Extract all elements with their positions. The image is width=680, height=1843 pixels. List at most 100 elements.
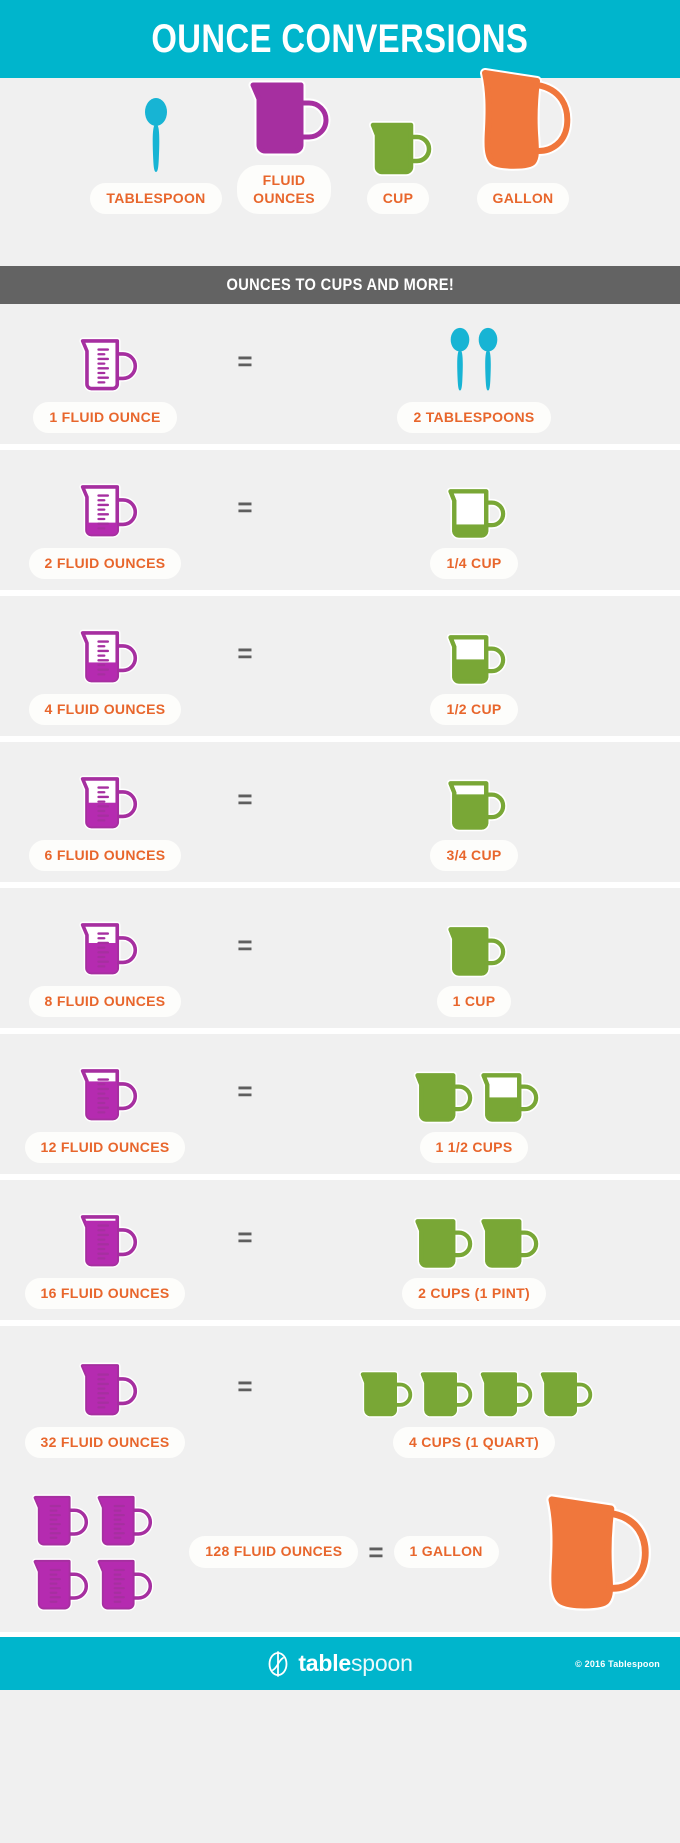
legend-items: TABLESPOON FLUID OUNCES CUP GALLON (0, 67, 680, 214)
tablespoon-logo-icon (267, 1650, 289, 1677)
legend-item-gallon: GALLON (453, 63, 593, 214)
measuring-cup-icon (74, 1191, 139, 1269)
conversion-right-label: 4 CUPS (1 QUART) (392, 1426, 556, 1459)
legend-section: TABLESPOON FLUID OUNCES CUP GALLON (0, 67, 680, 258)
gallon-left-label: 128 FLUID OUNCES (189, 1536, 359, 1568)
section-header-title: OUNCES TO CUPS AND MORE! (226, 275, 454, 294)
conversion-left-label: 16 FLUID OUNCES (24, 1277, 186, 1310)
cup-icon (443, 607, 507, 685)
conversion-right-cell: 3/4 CUP (280, 753, 680, 872)
measuring-cup-icon (27, 1492, 90, 1548)
legend-item-tablespoon: TABLESPOON (87, 97, 225, 214)
conversion-right-label: 2 TABLESPOONS (397, 401, 551, 434)
cup-icon (410, 1045, 540, 1123)
legend-label-tablespoon: TABLESPOON (90, 182, 222, 214)
legend-label-fluid-ounces: FLUID OUNCES (237, 165, 331, 214)
conversion-left-label: 32 FLUID OUNCES (24, 1426, 186, 1459)
cup-icon (410, 1191, 540, 1269)
legend-label-gallon: GALLON (476, 182, 570, 214)
brand-name: tablespoon (298, 1650, 413, 1677)
legend-label-wrap-tablespoon: TABLESPOON (90, 182, 222, 214)
gallon-equals-sign: = (368, 1537, 384, 1567)
gallon-measuring-cups-group (26, 1489, 154, 1615)
measuring-cup-icon (74, 753, 139, 831)
conversion-left-cell: 8 FLUID OUNCES (0, 899, 210, 1018)
measuring-cup-icon (74, 607, 139, 685)
equals-cell: = (210, 494, 280, 546)
pitcher-icon (471, 63, 575, 175)
equals-sign: = (237, 930, 253, 960)
conversion-left-cell: 12 FLUID OUNCES (0, 1045, 210, 1164)
conversion-row: 8 FLUID OUNCES = 1 CUP (0, 888, 680, 1034)
conversion-row: 2 FLUID OUNCES = 1/4 CUP (0, 450, 680, 596)
equals-sign: = (237, 1222, 253, 1252)
conversion-right-cell: 1/2 CUP (280, 607, 680, 726)
cup-icon (443, 899, 507, 977)
cup-icon (365, 119, 433, 176)
brand-name-light: spoon (351, 1650, 413, 1676)
pitcher-icon (536, 1488, 654, 1616)
conversion-left-cell: 16 FLUID OUNCES (0, 1191, 210, 1310)
conversion-row: 1 FLUID OUNCE = 2 TABLESPOONS (0, 304, 680, 450)
conversion-row: 4 FLUID OUNCES = 1/2 CUP (0, 596, 680, 742)
conversion-right-label: 1 CUP (436, 985, 512, 1018)
infographic-root: OUNCE CONVERSIONS TABLESPOON FLUID OUNCE… (0, 0, 680, 1690)
conversion-right-cell: 4 CUPS (1 QUART) (280, 1340, 680, 1459)
legend-item-fluid-ounces: FLUID OUNCES (225, 77, 343, 214)
conversion-left-label: 2 FLUID OUNCES (28, 547, 182, 580)
brand-name-bold: table (298, 1650, 351, 1676)
conversion-left-label: 8 FLUID OUNCES (28, 985, 182, 1018)
conversion-right-label: 3/4 CUP (430, 839, 518, 872)
equals-cell: = (210, 640, 280, 692)
legend-label-wrap-cup: CUP (366, 182, 430, 214)
cup-icon (443, 461, 507, 539)
conversion-right-label: 1 1/2 CUPS (419, 1131, 529, 1164)
legend-label-wrap-fluid-ounces: FLUID OUNCES (237, 165, 331, 214)
measuring-cup-icon (241, 77, 331, 157)
equals-cell: = (210, 1373, 280, 1425)
measuring-cup-icon (74, 315, 139, 393)
measuring-cup-icon (91, 1556, 154, 1612)
measuring-cup-icon (74, 899, 139, 977)
gallon-right-label: 1 GALLON (393, 1536, 499, 1568)
conversion-left-label: 4 FLUID OUNCES (28, 693, 182, 726)
conversion-left-cell: 6 FLUID OUNCES (0, 753, 210, 872)
equals-cell: = (210, 786, 280, 838)
gallon-summary-row: 128 FLUID OUNCES = 1 GALLON (0, 1472, 680, 1632)
spoon-icon (449, 315, 499, 393)
gallon-labels: 128 FLUID OUNCES = 1 GALLON (189, 1536, 499, 1568)
conversion-row: 16 FLUID OUNCES = 2 CUPS (1 PINT) (0, 1180, 680, 1326)
conversion-right-cell: 1 1/2 CUPS (280, 1045, 680, 1164)
conversions-list: 1 FLUID OUNCE = 2 TABLESPOONS 2 FLUID OUNCE… (0, 304, 680, 1472)
brand-lockup[interactable]: tablespoon (267, 1650, 413, 1677)
conversion-right-cell: 1 CUP (280, 899, 680, 1018)
equals-sign: = (237, 638, 253, 668)
conversion-right-cell: 2 CUPS (1 PINT) (280, 1191, 680, 1310)
page-title: OUNCE CONVERSIONS (151, 16, 529, 61)
equals-sign: = (237, 1076, 253, 1106)
measuring-cup-icon (91, 1492, 154, 1548)
conversion-left-label: 6 FLUID OUNCES (28, 839, 182, 872)
equals-cell: = (210, 932, 280, 984)
conversion-right-cell: 1/4 CUP (280, 461, 680, 580)
conversion-right-label: 1/2 CUP (430, 693, 518, 726)
conversion-left-cell: 32 FLUID OUNCES (0, 1340, 210, 1459)
conversion-left-label: 1 FLUID OUNCE (33, 401, 177, 434)
footer-band: tablespoon © 2016 Tablespoon (0, 1632, 680, 1690)
equals-sign: = (237, 346, 253, 376)
equals-sign: = (237, 1371, 253, 1401)
copyright-text: © 2016 Tablespoon (575, 1658, 660, 1669)
spoon-icon (143, 97, 169, 175)
equals-cell: = (210, 348, 280, 400)
measuring-cup-icon (27, 1556, 90, 1612)
equals-cell: = (210, 1224, 280, 1276)
legend-label-cup: CUP (366, 182, 430, 214)
conversion-right-cell: 2 TABLESPOONS (280, 315, 680, 434)
conversion-row: 12 FLUID OUNCES = 1 1/2 CUPS (0, 1034, 680, 1180)
conversion-left-cell: 2 FLUID OUNCES (0, 461, 210, 580)
measuring-cup-icon (74, 461, 139, 539)
conversion-right-label: 2 CUPS (1 PINT) (402, 1277, 546, 1310)
conversion-left-cell: 1 FLUID OUNCE (0, 315, 210, 434)
equals-cell: = (210, 1078, 280, 1130)
equals-sign: = (237, 784, 253, 814)
